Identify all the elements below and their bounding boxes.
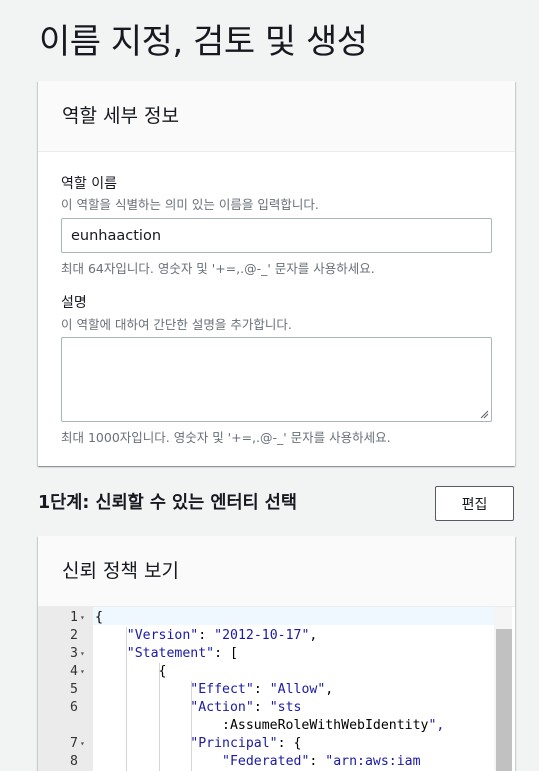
scrollbar-thumb[interactable] (496, 629, 512, 771)
code-text: "Statement": [ (126, 646, 238, 661)
role-name-hint: 최대 64자입니다. 영숫자 및 '+=,.@-_' 문자를 사용하세요. (61, 261, 375, 276)
description-hint: 최대 1000자입니다. 영숫자 및 '+=,.@-_' 문자를 사용하세요. (61, 430, 391, 445)
code-line: 6 "Action": "sts (38, 699, 498, 717)
fold-toggle-icon[interactable]: ▾ (80, 735, 85, 753)
fold-toggle-icon[interactable]: ▾ (80, 609, 85, 627)
line-number: 2 (70, 628, 78, 643)
line-number: 7 (70, 736, 78, 751)
code-text: "Action": "sts (190, 700, 302, 715)
role-name-label: 역할 이름 (61, 176, 117, 192)
line-number: 5 (70, 682, 78, 697)
description-help: 이 역할에 대하여 간단한 설명을 추가합니다. (61, 317, 292, 332)
trust-policy-panel: 신뢰 정책 보기 1 ▾{2 "Version": "2012-10-17", 3 ▾… (38, 536, 515, 771)
code-text: "Effect": "Allow", (190, 682, 334, 697)
step1-title: 1단계: 신뢰할 수 있는 엔터티 선택 (38, 493, 297, 513)
trust-policy-title: 신뢰 정책 보기 (62, 560, 179, 582)
role-name-description: 이 역할을 식별하는 의미 있는 이름을 입력합니다. (61, 197, 319, 212)
code-editor[interactable]: 1 ▾{2 "Version": "2012-10-17", 3 ▾ "Stateme… (38, 607, 515, 771)
code-line: 3 ▾ "Statement": [ (38, 645, 498, 663)
code-text: "Principal": { (190, 736, 302, 751)
code-text: "Federated": "arn:aws:iam (222, 754, 421, 769)
code-text: { (95, 610, 103, 625)
edit-step1-button[interactable]: 편집 (435, 486, 514, 521)
code-line: 5 "Effect": "Allow", (38, 681, 498, 699)
line-number: 3 (70, 646, 78, 661)
line-number: 8 (70, 754, 78, 769)
code-line: 7 ▾ "Principal": { (38, 735, 498, 753)
description-textarea[interactable] (61, 337, 492, 422)
code-line: :AssumeRoleWithWebIdentity", (38, 717, 498, 735)
code-text: "Version": "2012-10-17", (126, 628, 318, 643)
role-details-title: 역할 세부 정보 (62, 105, 179, 127)
line-number: 1 (70, 610, 78, 625)
code-line: 2 "Version": "2012-10-17", (38, 627, 498, 645)
code-line: 4 ▾ { (38, 663, 498, 681)
code-text: { (95, 664, 167, 679)
description-label: 설명 (61, 295, 87, 311)
role-name-input[interactable] (61, 218, 492, 253)
code-text: :AssumeRoleWithWebIdentity", (95, 718, 445, 733)
role-details-panel: 역할 세부 정보 역할 이름 이 역할을 식별하는 의미 있는 이름을 입력합니… (38, 81, 515, 466)
page-title: 이름 지정, 검토 및 생성 (39, 22, 368, 62)
code-line: 1 ▾ { (38, 609, 498, 627)
line-number: 4 (70, 664, 78, 679)
line-number: 6 (70, 700, 78, 715)
fold-toggle-icon[interactable]: ▾ (80, 663, 85, 681)
role-details-header: 역할 세부 정보 (38, 81, 515, 152)
resize-handle-icon[interactable] (479, 409, 489, 419)
fold-toggle-icon[interactable]: ▾ (80, 645, 85, 663)
trust-policy-header: 신뢰 정책 보기 (38, 536, 515, 607)
code-line: 8 "Federated": "arn:aws:iam (38, 753, 498, 771)
